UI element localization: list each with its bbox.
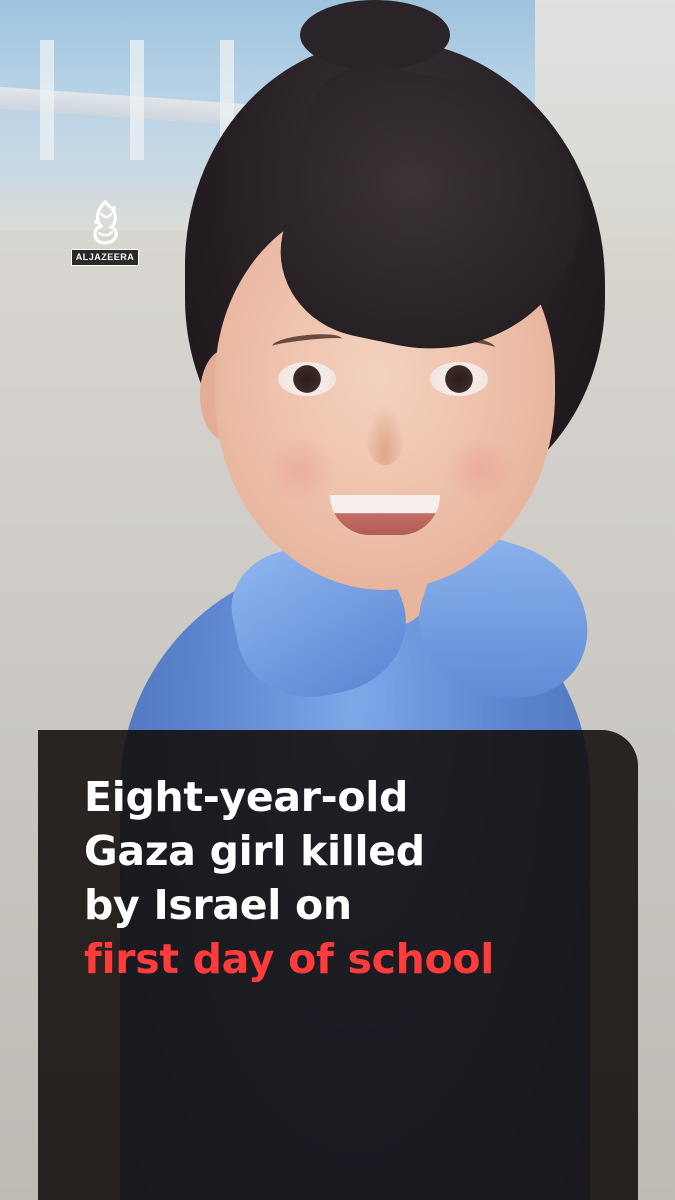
- headline-line: Gaza girl killed: [84, 827, 425, 875]
- headline-highlight: first day of school: [84, 935, 495, 983]
- al-jazeera-logo: ALJAZEERA: [70, 200, 140, 266]
- railing-post: [40, 40, 54, 160]
- headline-line: by Israel on: [84, 881, 352, 929]
- eye-left: [278, 362, 336, 396]
- cheek-right: [440, 440, 520, 500]
- eye-right: [430, 362, 488, 396]
- al-jazeera-calligraphy-icon: [93, 200, 118, 245]
- logo-wordmark: ALJAZEERA: [70, 249, 140, 266]
- nose: [365, 405, 405, 465]
- headline-line: Eight-year-old: [84, 773, 409, 821]
- hair-bun: [300, 0, 450, 70]
- post-frame: ALJAZEERA Eight-year-old Gaza girl kille…: [0, 0, 675, 1200]
- railing-post: [130, 40, 144, 160]
- cheek-left: [260, 440, 340, 500]
- headline: Eight-year-old Gaza girl killed by Israe…: [84, 770, 604, 986]
